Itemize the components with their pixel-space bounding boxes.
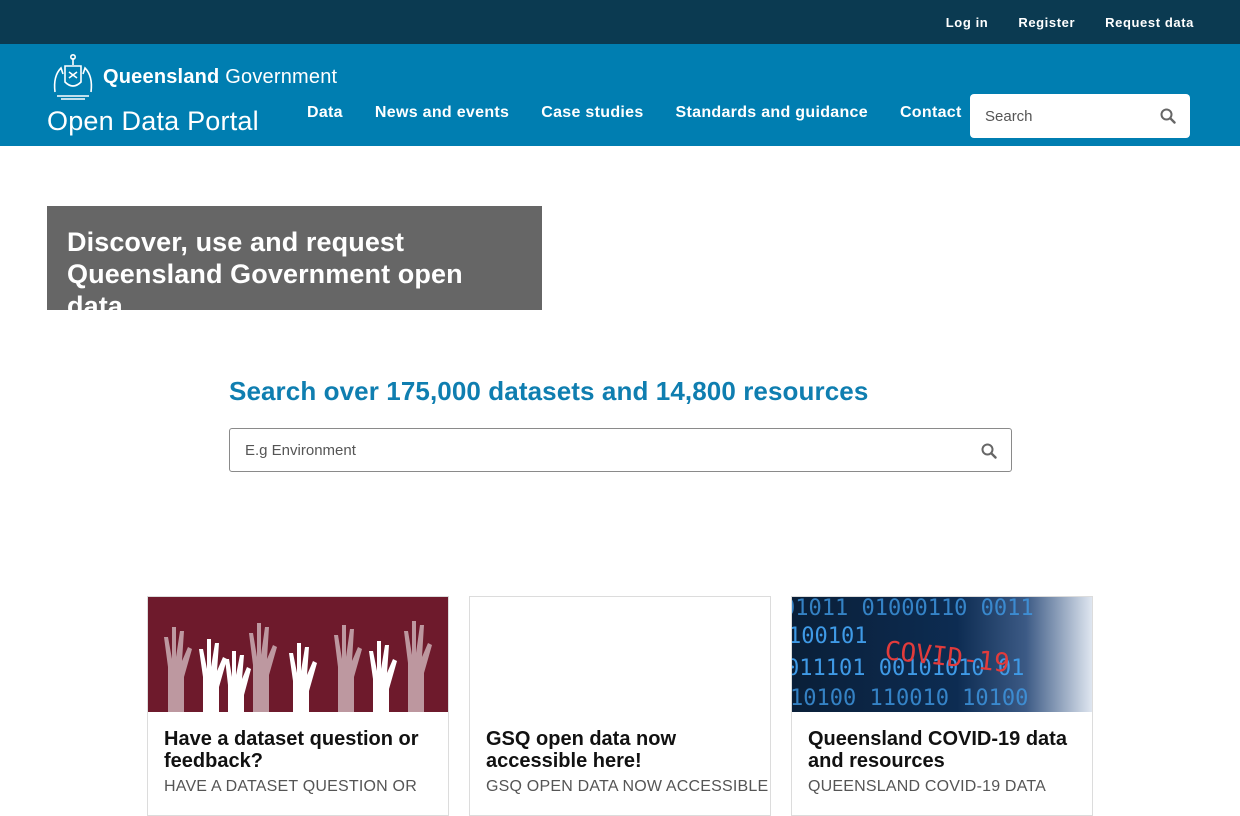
hero-title: Discover, use and request Queensland Gove… — [67, 227, 463, 321]
card-image: 01011 01000110 0011 100101 011101 001010… — [792, 597, 1092, 712]
register-link[interactable]: Register — [1018, 15, 1075, 30]
dataset-search — [229, 428, 1012, 472]
card-image — [148, 597, 448, 712]
card-title[interactable]: GSQ open data now accessible here! — [486, 728, 754, 772]
dataset-search-input[interactable] — [230, 429, 950, 471]
svg-text:10100 110010 10100: 10100 110010 10100 — [792, 686, 1028, 711]
nav-case-studies[interactable]: Case studies — [525, 104, 659, 122]
card-title[interactable]: Have a dataset question or feedback? — [164, 728, 432, 772]
request-data-link[interactable]: Request data — [1105, 15, 1194, 30]
card-gsq-open-data[interactable]: GSQ open data now accessible here! GSQ O… — [469, 596, 771, 816]
search-icon[interactable] — [1160, 108, 1176, 124]
card-dataset-question[interactable]: Have a dataset question or feedback? HAV… — [147, 596, 449, 816]
binary-code-image: 01011 01000110 0011 100101 011101 001010… — [792, 597, 1034, 711]
government-wordmark: Queensland Government — [103, 65, 338, 88]
search-heading: Search over 175,000 datasets and 14,800 … — [229, 376, 869, 406]
nav-news-and-events[interactable]: News and events — [359, 104, 525, 122]
card-excerpt: GSQ OPEN DATA NOW ACCESSIBLE — [486, 778, 769, 795]
site-header: Queensland Government Open Data Portal D… — [0, 44, 1240, 146]
card-covid-data[interactable]: 01011 01000110 0011 100101 011101 001010… — [791, 596, 1093, 816]
svg-text:01011 01000110 0011: 01011 01000110 0011 — [792, 597, 1034, 621]
nav-data[interactable]: Data — [291, 104, 359, 122]
search-icon[interactable] — [981, 443, 997, 459]
header-search-input[interactable] — [970, 107, 1150, 125]
card-image — [470, 597, 770, 712]
utility-bar: Log in Register Request data — [0, 0, 1240, 44]
header-search — [970, 94, 1190, 138]
main-nav: Data News and events Case studies Standa… — [291, 104, 978, 122]
nav-contact[interactable]: Contact — [884, 104, 978, 122]
brand[interactable]: Queensland Government Open Data Portal — [47, 52, 337, 137]
card-title[interactable]: Queensland COVID-19 data and resources — [808, 728, 1076, 772]
hero-banner: Discover, use and request Queensland Gove… — [47, 206, 542, 321]
svg-text:100101: 100101 — [792, 624, 867, 649]
login-link[interactable]: Log in — [946, 15, 989, 30]
card-excerpt: QUEENSLAND COVID-19 DATA — [808, 778, 1047, 795]
raised-hands-icon — [164, 621, 432, 712]
coat-of-arms-icon — [53, 53, 93, 100]
nav-standards-and-guidance[interactable]: Standards and guidance — [660, 104, 884, 122]
card-excerpt: HAVE A DATASET QUESTION OR — [164, 778, 417, 795]
featured-cards: Have a dataset question or feedback? HAV… — [147, 596, 1113, 816]
